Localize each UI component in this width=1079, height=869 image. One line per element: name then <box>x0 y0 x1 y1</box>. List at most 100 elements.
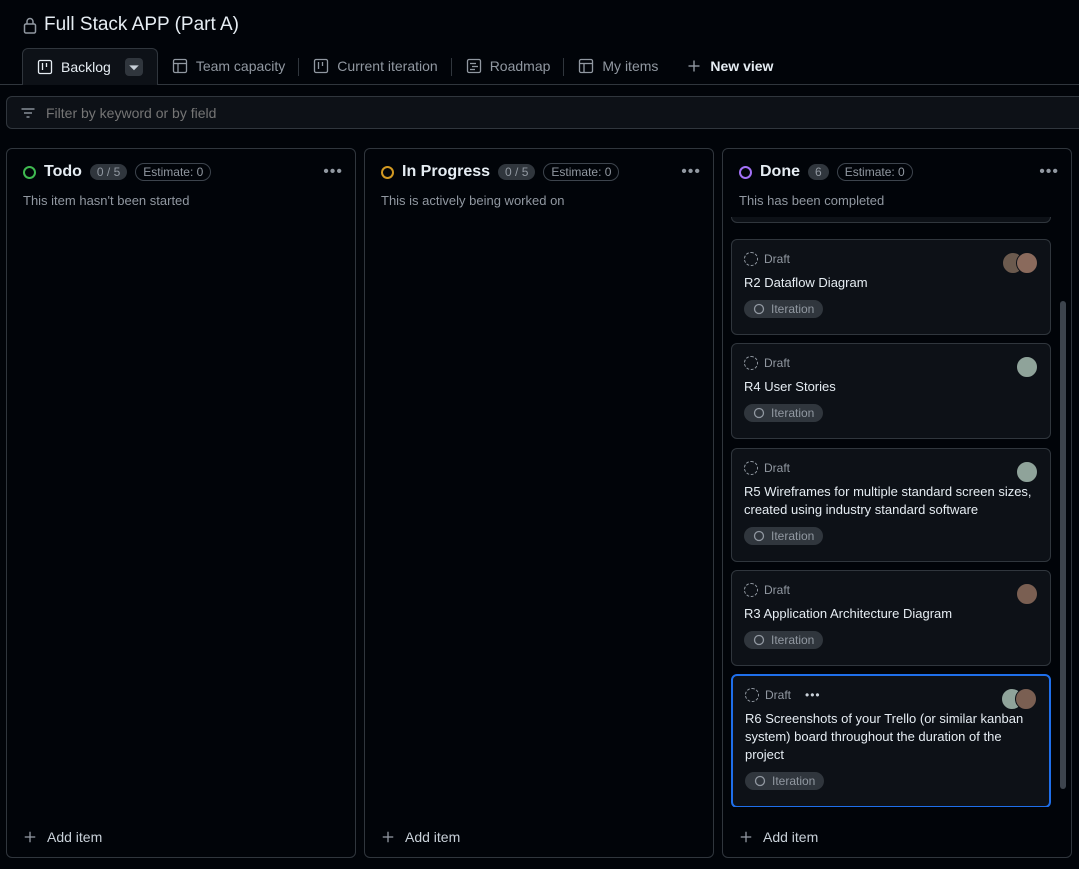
tab-backlog[interactable]: Backlog <box>22 48 158 85</box>
table-icon <box>172 58 187 74</box>
item-count-badge: 0 / 5 <box>89 164 128 180</box>
lock-icon <box>23 17 37 34</box>
iteration-icon <box>754 775 766 787</box>
card-title[interactable]: R6 Screenshots of your Trello (or simila… <box>745 710 1037 764</box>
card-status: Draft <box>744 356 1038 370</box>
status-circle-icon <box>381 165 394 179</box>
card-list: Draft R2 Dataflow Diagram Iteration Draf… <box>731 217 1051 807</box>
card-r5[interactable]: Draft R5 Wireframes for multiple standar… <box>731 448 1051 562</box>
project-title-area: Full Stack APP (Part A) <box>22 14 239 36</box>
new-view-button[interactable]: New view <box>672 48 787 84</box>
item-count-badge: 6 <box>808 164 829 180</box>
tab-label: My items <box>602 58 659 74</box>
filter-bar <box>6 96 1079 129</box>
iteration-pill[interactable]: Iteration <box>744 404 824 422</box>
chevron-down-icon <box>129 65 139 71</box>
assignees[interactable] <box>1016 583 1038 605</box>
card-r3[interactable]: Draft R3 Application Architecture Diagra… <box>731 570 1051 666</box>
column-title: In Progress <box>402 163 491 180</box>
iteration-pill[interactable]: Iteration <box>744 527 824 545</box>
column-description: This is actively being worked on <box>381 193 565 208</box>
draft-icon <box>744 356 758 370</box>
estimate-badge: Estimate: 0 <box>543 163 620 181</box>
iteration-icon <box>753 303 765 315</box>
tab-my-items[interactable]: My items <box>564 48 672 84</box>
column-header: Todo 0 / 5 Estimate: 0 ••• <box>23 163 343 181</box>
tab-roadmap[interactable]: Roadmap <box>452 48 565 84</box>
card-title[interactable]: R4 User Stories <box>744 378 1038 396</box>
assignees[interactable] <box>1016 461 1038 483</box>
card-status: Draft <box>744 252 1038 266</box>
column-title: Done <box>760 163 800 180</box>
iteration-pill[interactable]: Iteration <box>745 772 825 790</box>
card-status: Draft <box>744 583 1038 597</box>
tab-label: Team capacity <box>195 58 286 74</box>
column-header: In Progress 0 / 5 Estimate: 0 ••• <box>381 163 701 181</box>
project-title: Full Stack APP (Part A) <box>44 14 240 35</box>
estimate-badge: Estimate: 0 <box>836 163 913 181</box>
add-item-label: Add item <box>405 829 461 845</box>
add-item-button[interactable]: Add item <box>739 829 818 845</box>
tab-label: Current iteration <box>337 58 438 74</box>
add-item-button[interactable]: Add item <box>23 829 102 845</box>
column-description: This item hasn't been started <box>23 193 190 208</box>
iteration-pill[interactable]: Iteration <box>744 300 824 318</box>
column-done: Done 6 Estimate: 0 ••• This has been com… <box>722 148 1072 858</box>
tab-label: New view <box>710 58 774 74</box>
card-status: Draft ••• <box>745 688 1037 702</box>
filter-input[interactable] <box>44 103 648 122</box>
assignees[interactable] <box>1002 252 1038 274</box>
plus-icon <box>24 831 36 843</box>
avatar <box>1016 356 1038 378</box>
card-status: Draft <box>744 461 1038 475</box>
draft-icon <box>745 688 759 702</box>
column-more-icon[interactable]: ••• <box>1039 163 1059 181</box>
card-r4[interactable]: Draft R4 User Stories Iteration <box>731 343 1051 439</box>
iteration-icon <box>753 530 765 542</box>
filter-icon <box>21 107 35 118</box>
table-icon <box>579 58 594 74</box>
card-title[interactable]: R2 Dataflow Diagram <box>744 274 1038 292</box>
avatar <box>1015 688 1037 710</box>
column-description: This has been completed <box>739 193 885 208</box>
card-title[interactable]: R3 Application Architecture Diagram <box>744 605 1038 623</box>
plus-icon <box>382 831 394 843</box>
column-header: Done 6 Estimate: 0 ••• <box>739 163 1059 181</box>
add-item-label: Add item <box>763 829 819 845</box>
view-tabs: Backlog Team capacity Current iteration … <box>22 48 787 85</box>
roadmap-icon <box>466 58 481 74</box>
tab-label: Roadmap <box>489 58 551 74</box>
iteration-pill[interactable]: Iteration <box>744 631 824 649</box>
column-more-icon[interactable]: ••• <box>681 163 701 181</box>
card-partial[interactable] <box>731 217 1051 223</box>
card-r6[interactable]: Draft ••• R6 Screenshots of your Trello (… <box>731 674 1051 807</box>
assignees[interactable] <box>1016 356 1038 378</box>
board-icon <box>314 58 329 74</box>
avatar <box>1016 583 1038 605</box>
column-in-progress: In Progress 0 / 5 Estimate: 0 ••• This i… <box>364 148 714 858</box>
add-item-button[interactable]: Add item <box>381 829 460 845</box>
draft-icon <box>744 252 758 266</box>
board-icon <box>37 59 53 75</box>
draft-icon <box>744 583 758 597</box>
avatar <box>1016 461 1038 483</box>
status-circle-icon <box>23 165 36 179</box>
assignees[interactable] <box>1001 688 1037 710</box>
view-options-dropdown[interactable] <box>124 58 143 76</box>
column-more-icon[interactable]: ••• <box>323 163 343 181</box>
add-item-label: Add item <box>47 829 103 845</box>
tab-current-iteration[interactable]: Current iteration <box>299 48 452 84</box>
iteration-icon <box>753 407 765 419</box>
tab-team-capacity[interactable]: Team capacity <box>158 48 300 84</box>
avatar <box>1016 252 1038 274</box>
card-title[interactable]: R5 Wireframes for multiple standard scre… <box>744 483 1038 519</box>
project-header: Full Stack APP (Part A) Backlog Team cap… <box>0 0 1079 85</box>
column-todo: Todo 0 / 5 Estimate: 0 ••• This item has… <box>6 148 356 858</box>
card-r2[interactable]: Draft R2 Dataflow Diagram Iteration <box>731 239 1051 335</box>
tab-label: Backlog <box>61 59 111 75</box>
scrollbar-thumb[interactable] <box>1060 301 1066 789</box>
status-circle-icon <box>739 165 752 179</box>
card-more-icon[interactable]: ••• <box>805 688 821 702</box>
column-scrollbar[interactable] <box>1058 217 1068 817</box>
draft-icon <box>744 461 758 475</box>
